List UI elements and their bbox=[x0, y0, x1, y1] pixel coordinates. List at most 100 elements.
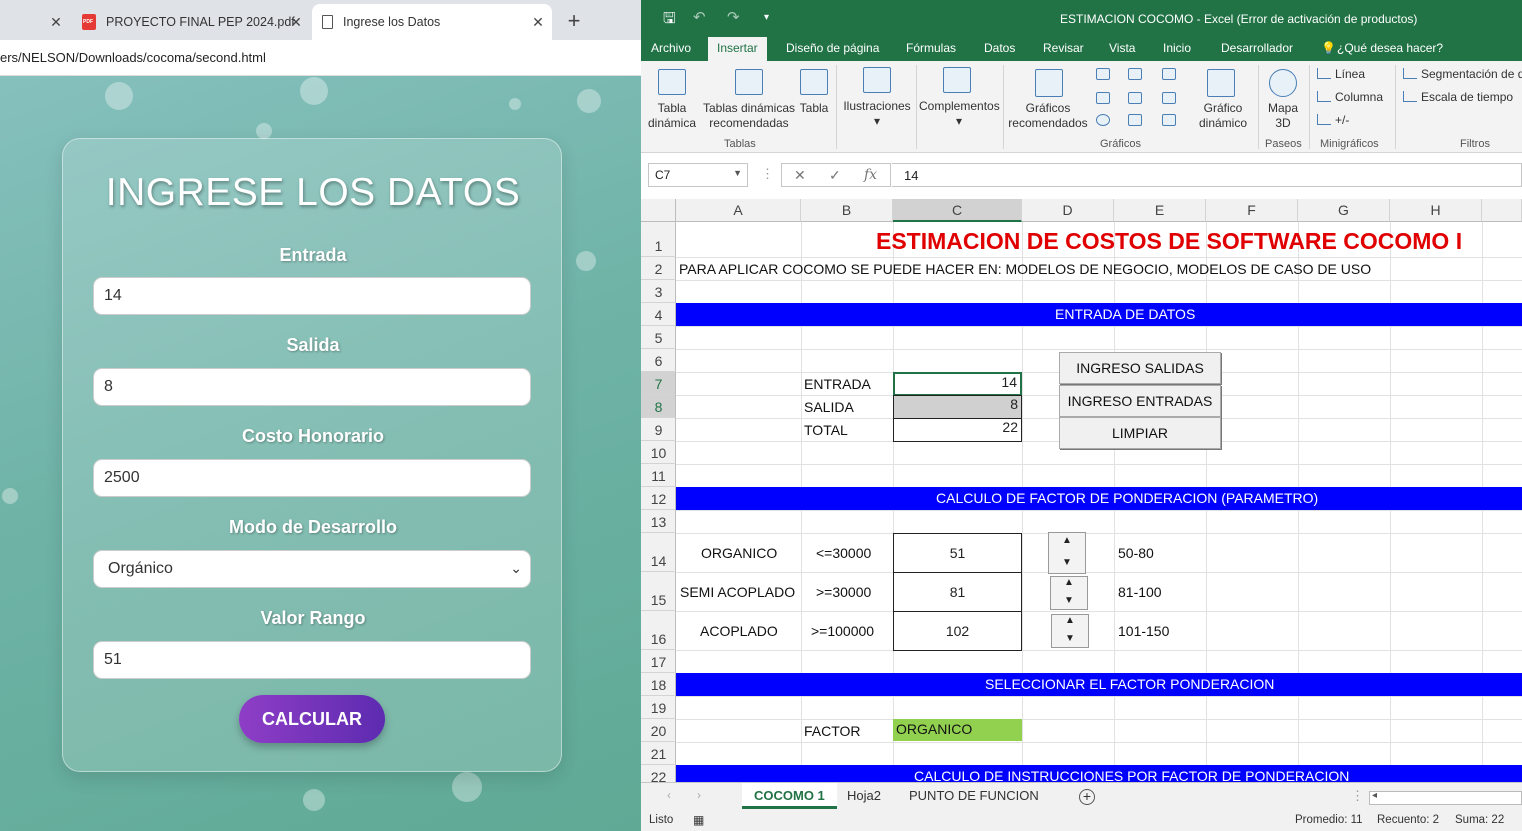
radar-chart-icon[interactable] bbox=[1162, 114, 1176, 126]
tab-formulas[interactable]: Fórmulas bbox=[906, 41, 956, 55]
valor-rango-input[interactable]: 51 bbox=[93, 641, 531, 679]
row-header[interactable]: 9 bbox=[641, 418, 676, 441]
row-header[interactable]: 4 bbox=[641, 303, 676, 326]
sheet-tab-cocomo1[interactable]: COCOMO 1 bbox=[742, 783, 837, 809]
scatter-chart-icon[interactable] bbox=[1128, 114, 1142, 126]
row-header[interactable]: 14 bbox=[641, 533, 676, 572]
select-all-corner[interactable] bbox=[641, 199, 676, 222]
sheet-tab-hoja2[interactable]: Hoja2 bbox=[847, 783, 881, 809]
acoplado-range-cell[interactable]: 101-150 bbox=[1118, 623, 1169, 639]
spin-up-icon[interactable]: ▲ bbox=[1052, 615, 1088, 626]
add-sheet-icon[interactable]: + bbox=[1079, 789, 1095, 805]
semi-acoplado-range-cell[interactable]: 81-100 bbox=[1118, 584, 1162, 600]
sheet-subtitle[interactable]: PARA APLICAR COCOMO SE PUEDE HACER EN: M… bbox=[679, 261, 1371, 277]
row-header[interactable]: 16 bbox=[641, 611, 676, 650]
sheet-title[interactable]: ESTIMACION DE COSTOS DE SOFTWARE COCOMO … bbox=[876, 228, 1462, 255]
calcular-button[interactable]: CALCULAR bbox=[239, 695, 385, 743]
row-header[interactable]: 1 bbox=[641, 222, 676, 257]
organico-condition-cell[interactable]: <=30000 bbox=[816, 545, 871, 561]
close-icon[interactable]: ✕ bbox=[530, 14, 546, 31]
row-header[interactable]: 5 bbox=[641, 326, 676, 349]
waterfall-chart-icon[interactable] bbox=[1128, 92, 1142, 104]
limpiar-button[interactable]: LIMPIAR bbox=[1059, 417, 1221, 449]
slicer-button[interactable]: Segmentación de d bbox=[1403, 67, 1522, 81]
spin-down-icon[interactable]: ▼ bbox=[1049, 557, 1085, 568]
column-header-f[interactable]: F bbox=[1206, 199, 1298, 222]
horizontal-scrollbar[interactable]: ◂ bbox=[1369, 790, 1522, 805]
sparkline-column-button[interactable]: Columna bbox=[1317, 90, 1383, 104]
tabla-dinamica-button[interactable]: Tabla dinámica bbox=[647, 101, 697, 131]
entrada-value-cell[interactable]: 14 bbox=[893, 372, 1022, 396]
acoplado-condition-cell[interactable]: >=100000 bbox=[811, 623, 874, 639]
line-chart-icon[interactable] bbox=[1096, 92, 1110, 104]
close-icon[interactable]: ✕ bbox=[288, 14, 304, 31]
salida-input[interactable]: 8 bbox=[93, 368, 531, 406]
tab-insertar[interactable]: Insertar bbox=[708, 37, 767, 61]
factor-label-cell[interactable]: FACTOR bbox=[804, 723, 861, 739]
band-seleccionar-factor[interactable]: SELECCIONAR EL FACTOR PONDERACION bbox=[676, 673, 1522, 696]
column-header-b[interactable]: B bbox=[801, 199, 893, 222]
row-header[interactable]: 11 bbox=[641, 464, 676, 487]
total-value-cell[interactable]: 22 bbox=[893, 418, 1022, 442]
browser-tab-previous[interactable]: ✕ bbox=[0, 4, 70, 40]
row-header[interactable]: 17 bbox=[641, 650, 676, 673]
factor-value-cell[interactable]: ORGANICO bbox=[893, 719, 1022, 741]
name-box[interactable]: C7 ▼ bbox=[648, 163, 748, 187]
modo-desarrollo-select[interactable]: Orgánico ⌄ bbox=[93, 550, 531, 588]
semi-acoplado-value-cell[interactable]: 81 bbox=[893, 572, 1022, 612]
tab-datos[interactable]: Datos bbox=[984, 41, 1015, 55]
row-header[interactable]: 6 bbox=[641, 349, 676, 372]
ingreso-entradas-button[interactable]: INGRESO ENTRADAS bbox=[1059, 385, 1221, 417]
row-header[interactable]: 18 bbox=[641, 673, 676, 696]
acoplado-value-cell[interactable]: 102 bbox=[893, 611, 1022, 651]
cancel-icon[interactable]: ✕ bbox=[794, 167, 806, 184]
spin-up-icon[interactable]: ▲ bbox=[1049, 535, 1085, 546]
sparkline-line-button[interactable]: Línea bbox=[1317, 67, 1365, 81]
tab-desarrollador[interactable]: Desarrollador bbox=[1221, 41, 1293, 55]
column-header-d[interactable]: D bbox=[1022, 199, 1114, 222]
redo-icon[interactable]: ↷ bbox=[727, 8, 740, 26]
band-calculo-instrucciones[interactable]: CALCULO DE INSTRUCCIONES POR FACTOR DE P… bbox=[676, 765, 1522, 782]
scroll-right-icon[interactable]: › bbox=[697, 788, 701, 802]
column-header-h[interactable]: H bbox=[1390, 199, 1482, 222]
address-bar[interactable]: ers/NELSON/Downloads/cocoma/second.html bbox=[0, 40, 641, 76]
tablas-recomendadas-button[interactable]: Tablas dinámicas recomendadas bbox=[701, 101, 797, 131]
tab-diseno-pagina[interactable]: Diseño de página bbox=[786, 41, 879, 55]
organico-range-cell[interactable]: 50-80 bbox=[1118, 545, 1154, 561]
acoplado-spinner[interactable]: ▲ ▼ bbox=[1051, 614, 1089, 648]
spin-up-icon[interactable]: ▲ bbox=[1051, 577, 1087, 588]
semi-acoplado-condition-cell[interactable]: >=30000 bbox=[816, 584, 871, 600]
salida-value-cell[interactable]: 8 bbox=[893, 395, 1022, 419]
row-header[interactable]: 22 bbox=[641, 765, 676, 782]
complementos-button[interactable]: Complementos ▾ bbox=[919, 99, 1000, 129]
spin-down-icon[interactable]: ▼ bbox=[1052, 633, 1088, 644]
macro-record-icon[interactable]: ▦ bbox=[693, 813, 704, 827]
browser-tab-pdf[interactable]: PROYECTO FINAL PEP 2024.pdf ✕ bbox=[74, 4, 310, 40]
pie-chart-icon[interactable] bbox=[1096, 114, 1110, 126]
entrada-input[interactable]: 14 bbox=[93, 277, 531, 315]
tab-vista[interactable]: Vista bbox=[1109, 41, 1135, 55]
entrada-label-cell[interactable]: ENTRADA bbox=[804, 376, 871, 392]
undo-icon[interactable]: ↶ bbox=[693, 8, 706, 26]
grafico-dinamico-button[interactable]: Gráfico dinámico bbox=[1191, 101, 1255, 131]
column-chart-icon[interactable] bbox=[1096, 68, 1110, 80]
tab-archivo[interactable]: Archivo bbox=[651, 41, 691, 55]
column-header-c[interactable]: C bbox=[893, 199, 1022, 222]
statistic-chart-icon[interactable] bbox=[1162, 68, 1176, 80]
organico-label-cell[interactable]: ORGANICO bbox=[701, 545, 777, 561]
close-icon[interactable]: ✕ bbox=[48, 14, 64, 31]
spin-down-icon[interactable]: ▼ bbox=[1051, 595, 1087, 606]
customize-toolbar-icon[interactable]: ▾ bbox=[764, 12, 769, 23]
row-header[interactable]: 2 bbox=[641, 257, 676, 280]
sheet-tab-punto-funcion[interactable]: PUNTO DE FUNCION bbox=[909, 783, 1039, 809]
sparkline-winloss-button[interactable]: +/- bbox=[1317, 113, 1349, 127]
new-tab-icon[interactable]: + bbox=[562, 8, 586, 34]
worksheet-grid[interactable]: A B C D E F G H 1 2 3 4 5 6 7 8 9 10 11 … bbox=[641, 199, 1522, 782]
scroll-left-icon[interactable]: ‹ bbox=[667, 788, 671, 802]
semi-acoplado-spinner[interactable]: ▲ ▼ bbox=[1050, 576, 1088, 610]
column-header-e[interactable]: E bbox=[1114, 199, 1206, 222]
total-label-cell[interactable]: TOTAL bbox=[804, 422, 848, 438]
tab-revisar[interactable]: Revisar bbox=[1043, 41, 1084, 55]
column-header-g[interactable]: G bbox=[1298, 199, 1390, 222]
ingreso-salidas-button[interactable]: INGRESO SALIDAS bbox=[1059, 352, 1221, 384]
